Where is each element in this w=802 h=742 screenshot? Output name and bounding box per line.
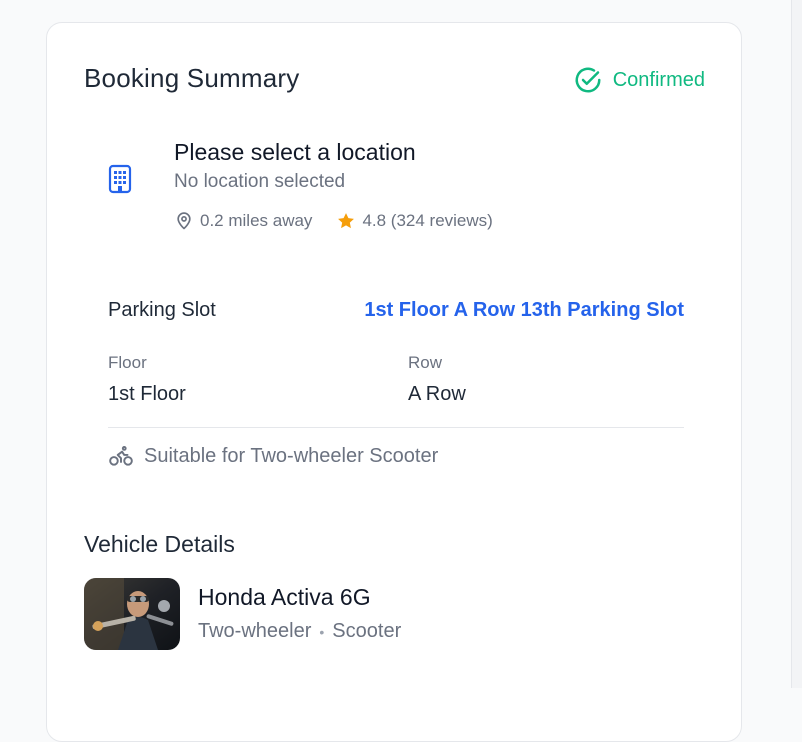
row-label: Row [408, 353, 443, 372]
vehicle-image [84, 578, 180, 650]
separator-dot: • [319, 623, 325, 640]
parking-slot-label: Parking Slot [108, 299, 216, 321]
scrollbar[interactable] [791, 0, 802, 688]
row-value: A Row [408, 383, 466, 405]
distance-info: 0.2 miles away [174, 211, 312, 231]
floor-value: 1st Floor [108, 383, 186, 405]
vehicle-suitability: Suitable for Two-wheeler Scooter [108, 443, 438, 469]
location-title: Please select a location [174, 139, 416, 165]
location-section[interactable]: Please select a location No location sel… [84, 131, 704, 271]
location-subtitle: No location selected [174, 171, 346, 192]
bicycle-icon [109, 446, 133, 466]
distance-text: 0.2 miles away [200, 211, 313, 230]
building-icon [104, 163, 136, 195]
vehicle-meta: Two-wheeler • Scooter [198, 620, 401, 643]
page-title: Booking Summary [84, 63, 300, 93]
check-circle-icon [575, 67, 601, 93]
floor-label: Floor [108, 353, 147, 372]
suitability-text: Suitable for Two-wheeler Scooter [144, 444, 439, 467]
star-icon [338, 213, 355, 229]
vehicle-name: Honda Activa 6G [198, 584, 371, 610]
vehicle-type: Two-wheeler [198, 620, 312, 642]
status-text: Confirmed [612, 68, 705, 91]
vehicle-details-heading: Vehicle Details [84, 531, 235, 557]
vehicle-subtype: Scooter [332, 620, 402, 642]
map-pin-icon [177, 212, 191, 230]
booking-summary-card: Booking Summary Confirmed Please select … [46, 22, 742, 742]
parking-slot-value: 1st Floor A Row 13th Parking Slot [364, 299, 684, 321]
divider [108, 427, 684, 428]
status-badge: Confirmed [573, 65, 705, 95]
rating-info: 4.8 (324 reviews) [336, 211, 493, 231]
rating-text: 4.8 (324 reviews) [362, 211, 493, 230]
location-meta: 0.2 miles away 4.8 (324 reviews) [174, 211, 493, 231]
